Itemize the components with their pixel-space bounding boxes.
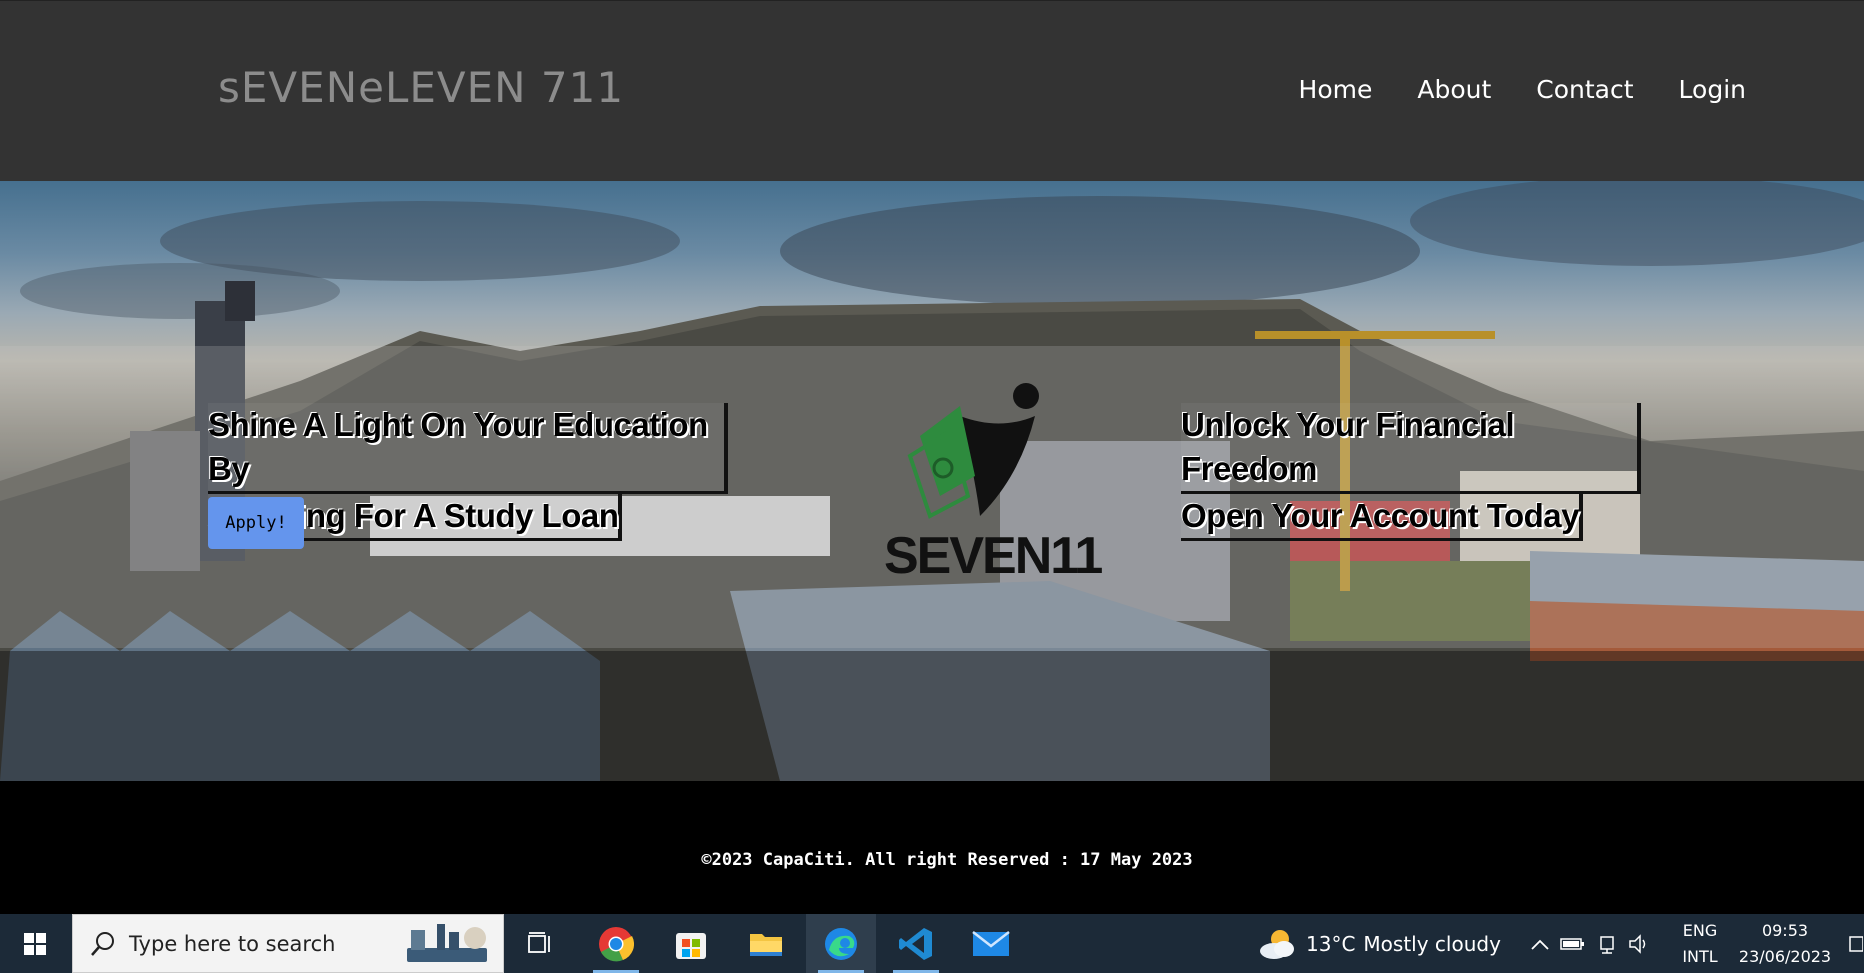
chrome-icon (599, 926, 634, 961)
taskbar-mail[interactable] (956, 914, 1026, 973)
partly-cloudy-icon (1260, 929, 1294, 959)
clock-time: 09:53 (1761, 920, 1809, 940)
taskbar-chrome[interactable] (581, 914, 651, 973)
start-button[interactable] (0, 914, 70, 973)
weather-widget[interactable]: 13°C Mostly cloudy (1258, 914, 1508, 973)
clock-date: 23/06/2023 (1738, 946, 1832, 966)
nav-contact-link[interactable]: Contact (1536, 75, 1633, 104)
study-loan-tagline-line1: Shine A Light On Your Education By (208, 403, 728, 494)
account-tagline-line2: Open Your Account Today (1181, 494, 1583, 541)
copyright-text: ©2023 CapaCiti. All right Reserved : 17 … (701, 850, 1193, 870)
vscode-icon (899, 927, 932, 960)
chevron-up-icon[interactable] (1530, 937, 1550, 951)
clock[interactable]: 09:53 23/06/2023 (1725, 914, 1845, 973)
system-tray (1525, 914, 1655, 973)
task-view-icon (528, 931, 550, 953)
navbar: sEVENeLEVEN 711 Home About Contact Login (0, 0, 1864, 181)
weather-description: Mostly cloudy (1363, 931, 1501, 956)
account-tagline-line1: Unlock Your Financial Freedom (1181, 403, 1641, 494)
notification-icon (1849, 935, 1863, 952)
nav-home-link[interactable]: Home (1299, 75, 1373, 104)
search-icon (91, 931, 114, 956)
nav-login-link[interactable]: Login (1679, 75, 1746, 104)
windows-taskbar: Type here to search 13°C Mostly cloudy E… (0, 914, 1864, 973)
taskbar-file-explorer[interactable] (731, 914, 801, 973)
network-icon[interactable] (1596, 934, 1618, 954)
account-tagline: Unlock Your Financial Freedom Open Your … (1181, 403, 1641, 541)
language-code: ENG (1682, 920, 1718, 940)
store-icon (676, 932, 706, 959)
input-language[interactable]: ENG INTL (1672, 914, 1728, 973)
mail-icon (972, 930, 1010, 956)
taskbar-vscode[interactable] (881, 914, 951, 973)
battery-icon[interactable] (1560, 936, 1586, 952)
apply-button[interactable]: Apply! (208, 497, 304, 549)
brand-title[interactable]: sEVENeLEVEN 711 (218, 63, 624, 112)
footer: ©2023 CapaCiti. All right Reserved : 17 … (0, 781, 1864, 914)
taskbar-search[interactable]: Type here to search (72, 914, 504, 973)
search-highlight-icon (407, 924, 487, 962)
nav-links: Home About Contact Login (1299, 75, 1746, 104)
logo-text: SEVEN11 (884, 527, 1103, 585)
nav-about-link[interactable]: About (1417, 75, 1491, 104)
weather-temperature: 13°C (1306, 931, 1356, 956)
task-view-button[interactable] (515, 914, 565, 973)
speaker-icon[interactable] (1628, 933, 1650, 954)
file-explorer-icon (750, 933, 782, 956)
taskbar-store[interactable] (656, 914, 726, 973)
taskbar-edge[interactable] (806, 914, 876, 973)
edge-icon (825, 927, 857, 960)
notifications-button[interactable] (1848, 914, 1864, 973)
hero-banner: Shine A Light On Your Education By Apply… (0, 181, 1864, 781)
windows-logo-icon (24, 932, 46, 955)
search-placeholder: Type here to search (129, 931, 336, 956)
keyboard-layout: INTL (1682, 946, 1718, 966)
